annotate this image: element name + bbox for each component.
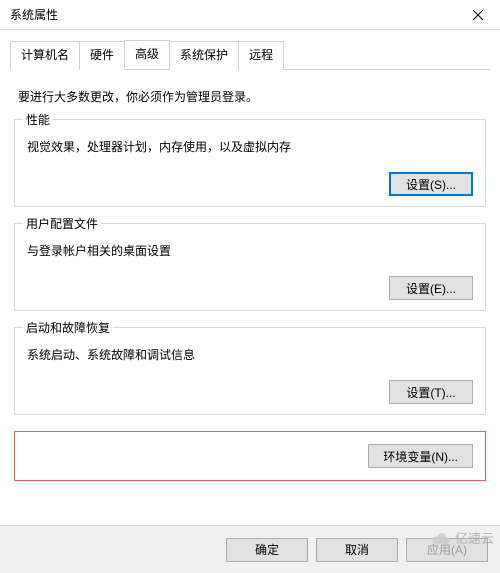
close-icon — [473, 10, 483, 20]
userprofile-settings-button[interactable]: 设置(E)... — [389, 276, 473, 300]
close-button[interactable] — [455, 0, 500, 29]
cancel-button[interactable]: 取消 — [316, 538, 398, 562]
group-performance: 性能 视觉效果，处理器计划，内存使用，以及虚拟内存 设置(S)... — [14, 119, 486, 207]
titlebar: 系统属性 — [0, 0, 500, 30]
group-userprofile: 用户配置文件 与登录帐户相关的桌面设置 设置(E)... — [14, 223, 486, 311]
tab-advanced[interactable]: 高级 — [124, 40, 170, 69]
group-performance-desc: 视觉效果，处理器计划，内存使用，以及虚拟内存 — [27, 138, 473, 155]
startup-settings-button[interactable]: 设置(T)... — [389, 380, 473, 404]
tab-system-protection[interactable]: 系统保护 — [169, 41, 239, 70]
intro-text: 要进行大多数更改，你必须作为管理员登录。 — [18, 88, 486, 105]
group-startup-title: 启动和故障恢复 — [23, 319, 113, 336]
performance-settings-button[interactable]: 设置(S)... — [389, 172, 473, 196]
group-startup-desc: 系统启动、系统故障和调试信息 — [27, 346, 473, 363]
tab-hardware[interactable]: 硬件 — [79, 41, 125, 70]
tab-strip: 计算机名 硬件 高级 系统保护 远程 — [0, 30, 500, 70]
group-performance-title: 性能 — [23, 111, 53, 128]
tab-panel-advanced: 要进行大多数更改，你必须作为管理员登录。 性能 视觉效果，处理器计划，内存使用，… — [0, 70, 500, 503]
env-highlight-box: 环境变量(N)... — [14, 431, 486, 481]
apply-button[interactable]: 应用(A) — [406, 538, 488, 562]
group-userprofile-title: 用户配置文件 — [23, 215, 101, 232]
tab-computer-name[interactable]: 计算机名 — [10, 41, 80, 70]
group-userprofile-desc: 与登录帐户相关的桌面设置 — [27, 242, 473, 259]
group-startup: 启动和故障恢复 系统启动、系统故障和调试信息 设置(T)... — [14, 327, 486, 415]
tab-remote[interactable]: 远程 — [238, 41, 284, 70]
ok-button[interactable]: 确定 — [226, 538, 308, 562]
window-title: 系统属性 — [10, 6, 58, 23]
dialog-footer: 确定 取消 应用(A) — [0, 525, 500, 573]
environment-variables-button[interactable]: 环境变量(N)... — [368, 444, 473, 468]
